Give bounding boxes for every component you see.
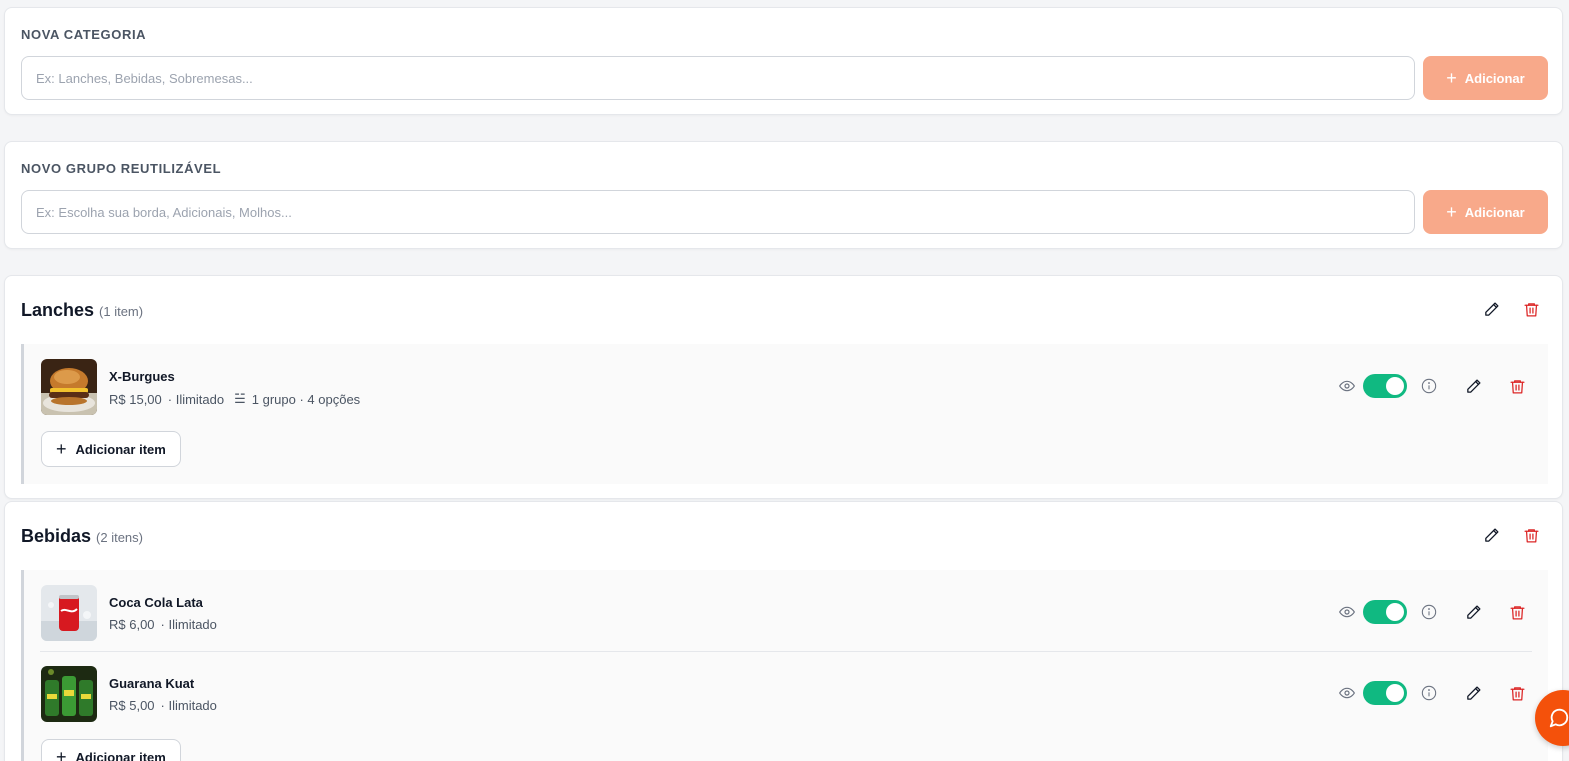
burger-photo — [41, 359, 97, 415]
add-group-button[interactable]: + Adicionar — [1423, 190, 1548, 234]
category-items-list: Coca Cola Lata R$ 6,00 · Ilimitado Guara… — [21, 570, 1548, 761]
category-actions — [1482, 300, 1540, 318]
new-category-input[interactable] — [21, 56, 1415, 100]
item-actions — [1339, 681, 1526, 705]
trash-icon[interactable] — [1509, 604, 1526, 621]
pencil-icon[interactable] — [1482, 300, 1500, 318]
pencil-icon[interactable] — [1465, 685, 1482, 702]
eye-icon[interactable] — [1339, 378, 1355, 394]
item-price: R$ 6,00 — [109, 617, 155, 632]
list-item[interactable]: Guarana Kuat R$ 5,00 · Ilimitado — [24, 651, 1548, 731]
pencil-icon[interactable] — [1465, 378, 1482, 395]
item-price: R$ 15,00 — [109, 391, 162, 407]
category-title: Bebidas — [21, 526, 92, 546]
item-price: R$ 5,00 — [109, 698, 155, 713]
add-item-button[interactable]: + Adicionar item — [41, 739, 181, 761]
new-group-card: NOVO GRUPO REUTILIZÁVEL + Adicionar — [4, 141, 1563, 249]
eye-icon[interactable] — [1339, 685, 1355, 701]
trash-icon[interactable] — [1509, 378, 1526, 395]
new-category-label: NOVA CATEGORIA — [21, 27, 147, 42]
add-category-button[interactable]: + Adicionar — [1423, 56, 1548, 100]
coca-cola-can-photo — [41, 585, 97, 641]
plus-icon: + — [56, 439, 67, 459]
category-header: Bebidas (2 itens) — [21, 526, 143, 547]
trash-icon[interactable] — [1509, 685, 1526, 702]
category-card: Lanches (1 item) X-Burgues R$ 15,00 · Il… — [4, 275, 1563, 499]
kuat-cans-photo — [41, 666, 97, 722]
item-groups: 1 grupo · 4 opções — [251, 391, 361, 407]
add-item-button-label: Adicionar item — [75, 441, 166, 457]
item-meta: R$ 5,00 · Ilimitado — [109, 698, 217, 713]
info-icon[interactable] — [1421, 604, 1437, 620]
item-actions — [1339, 600, 1526, 624]
item-name: X-Burgues — [109, 369, 175, 384]
add-item-button[interactable]: + Adicionar item — [41, 431, 181, 467]
sliders-icon: ☱ — [234, 391, 246, 406]
add-item-button-label: Adicionar item — [75, 749, 166, 761]
add-group-button-label: Adicionar — [1464, 204, 1525, 220]
item-meta: R$ 15,00 · Ilimitado ☱ 1 grupo · 4 opçõe… — [109, 391, 360, 407]
visibility-toggle[interactable] — [1363, 681, 1407, 705]
category-actions — [1482, 526, 1540, 544]
info-icon[interactable] — [1421, 378, 1437, 394]
category-header: Lanches (1 item) — [21, 300, 143, 321]
item-name: Guarana Kuat — [109, 676, 195, 691]
item-divider — [40, 651, 1532, 652]
trash-icon[interactable] — [1522, 300, 1540, 318]
new-group-input[interactable] — [21, 190, 1415, 234]
item-meta: R$ 6,00 · Ilimitado — [109, 617, 217, 632]
item-stock: · Ilimitado — [160, 698, 217, 713]
new-group-label: NOVO GRUPO REUTILIZÁVEL — [21, 161, 222, 176]
pencil-icon[interactable] — [1482, 526, 1500, 544]
category-card: Bebidas (2 itens) Coca Cola Lata R$ 6,00… — [4, 501, 1563, 761]
item-stock: · Ilimitado — [160, 617, 217, 632]
item-actions — [1339, 374, 1526, 398]
chat-bubble-icon — [1549, 708, 1569, 728]
category-items-list: X-Burgues R$ 15,00 · Ilimitado ☱ 1 grupo… — [21, 344, 1548, 484]
info-icon[interactable] — [1421, 685, 1437, 701]
visibility-toggle[interactable] — [1363, 374, 1407, 398]
new-category-card: NOVA CATEGORIA + Adicionar — [4, 7, 1563, 115]
plus-icon: + — [1446, 68, 1457, 88]
item-stock: · Ilimitado — [167, 391, 225, 407]
add-category-button-label: Adicionar — [1464, 70, 1525, 86]
category-title: Lanches — [21, 300, 95, 320]
trash-icon[interactable] — [1522, 526, 1540, 544]
plus-icon: + — [1446, 202, 1457, 222]
list-item[interactable]: Coca Cola Lata R$ 6,00 · Ilimitado — [24, 570, 1548, 650]
list-item[interactable]: X-Burgues R$ 15,00 · Ilimitado ☱ 1 grupo… — [24, 344, 1548, 424]
category-item-count: (2 itens) — [96, 530, 143, 545]
category-item-count: (1 item) — [99, 304, 144, 319]
visibility-toggle[interactable] — [1363, 600, 1407, 624]
item-name: Coca Cola Lata — [109, 595, 203, 610]
eye-icon[interactable] — [1339, 604, 1355, 620]
pencil-icon[interactable] — [1465, 604, 1482, 621]
plus-icon: + — [56, 747, 67, 761]
